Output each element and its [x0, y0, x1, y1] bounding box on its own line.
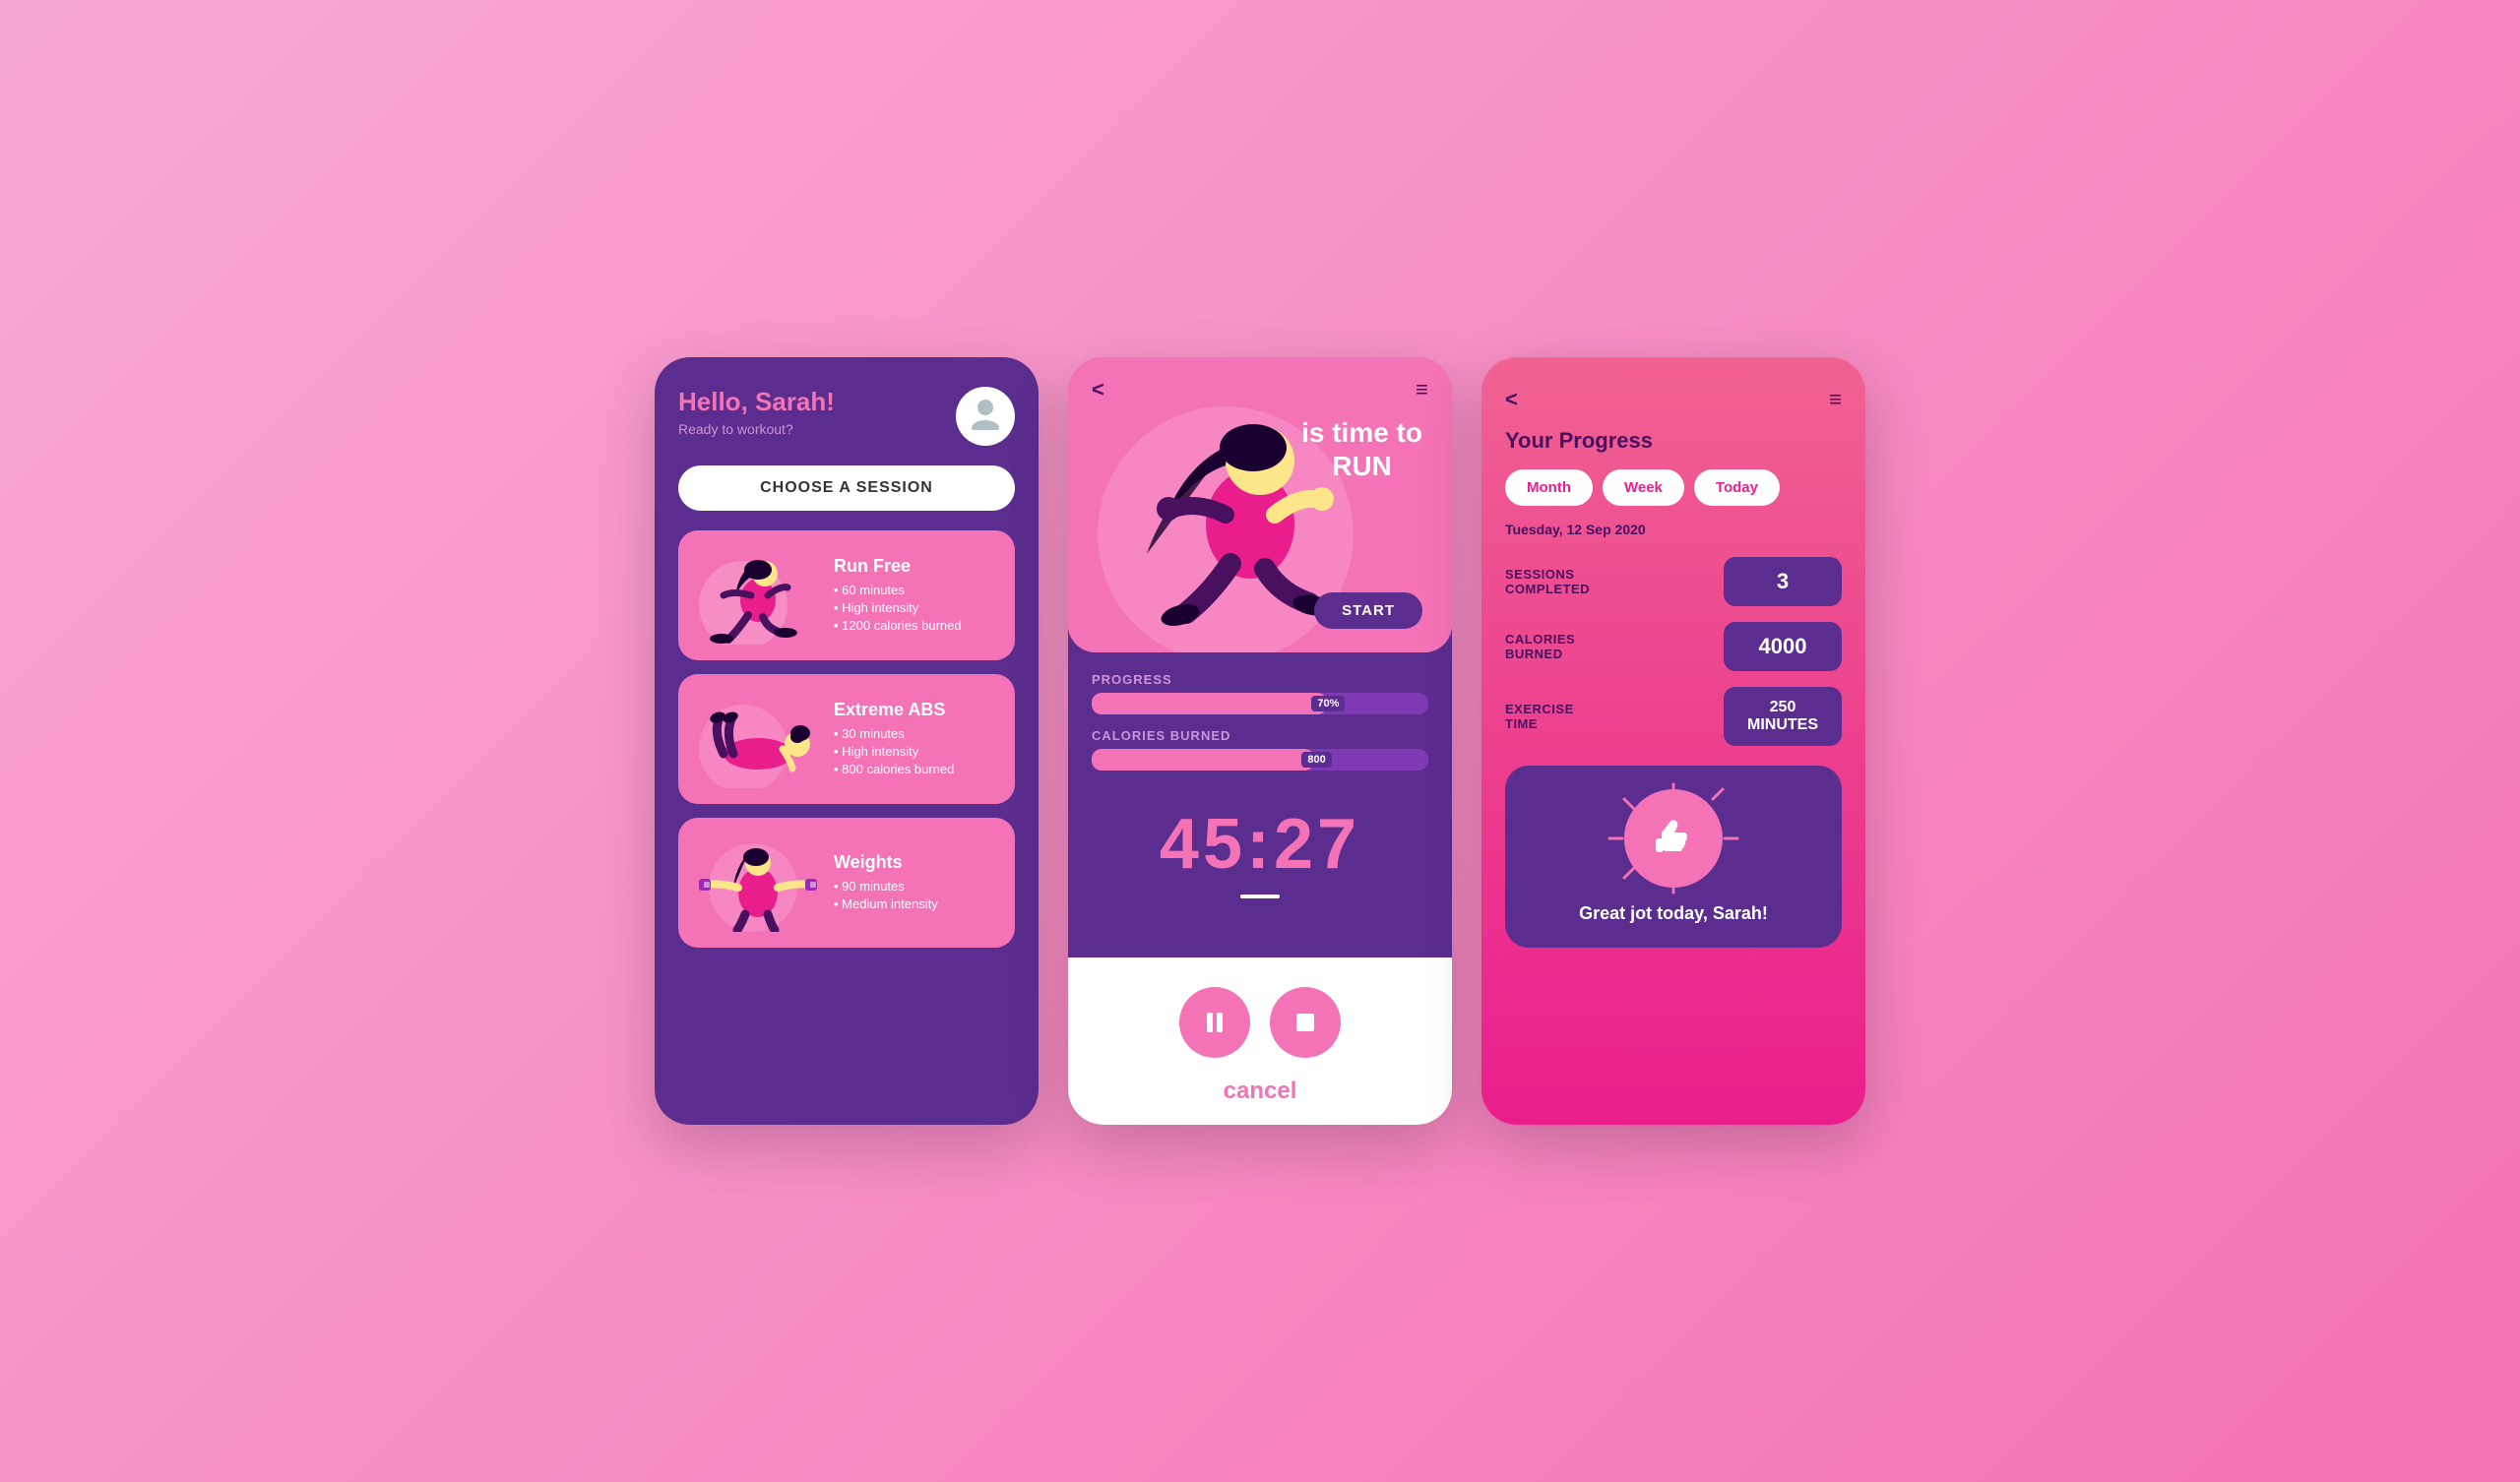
run-details: 60 minutes High intensity 1200 calories …: [834, 583, 999, 633]
s2-controls-section: cancel: [1068, 957, 1452, 1125]
run-detail-1: 60 minutes: [834, 583, 999, 597]
s3-menu-icon[interactable]: ≡: [1829, 387, 1842, 412]
calories-burned-row: CALORIESBURNED 4000: [1505, 622, 1842, 671]
run-detail-2: High intensity: [834, 600, 999, 615]
weights-details: 90 minutes Medium intensity: [834, 879, 999, 911]
avatar: [956, 387, 1015, 446]
subtitle-text: Ready to workout?: [678, 421, 835, 437]
user-icon: [968, 395, 1003, 438]
start-button[interactable]: START: [1314, 592, 1422, 629]
sessions-completed-row: SESSIONSCOMPLETED 3: [1505, 557, 1842, 606]
cancel-button[interactable]: cancel: [1092, 1078, 1428, 1105]
screen-1: Hello, Sarah! Ready to workout? CHOOSE A…: [655, 357, 1039, 1125]
weights-detail-2: Medium intensity: [834, 896, 999, 911]
weights-title: Weights: [834, 852, 999, 873]
choose-session-button[interactable]: CHOOSE A SESSION: [678, 465, 1015, 511]
exercise-time-label: EXERCISETIME: [1505, 702, 1574, 731]
abs-image: [694, 690, 822, 788]
run-title: Run Free: [834, 556, 999, 577]
congrats-text: Great jot today, Sarah!: [1579, 903, 1768, 924]
session-card-run[interactable]: Run Free 60 minutes High intensity 1200 …: [678, 530, 1015, 660]
progress-label: PROGRESS: [1092, 672, 1428, 687]
abs-title: Extreme ABS: [834, 700, 999, 720]
calories-bar-fill: 800: [1092, 749, 1314, 771]
abs-details: 30 minutes High intensity 800 calories b…: [834, 726, 999, 776]
s2-stats-section: PROGRESS 70% CALORIES BURNED 800 45:27: [1068, 652, 1452, 957]
sessions-value: 3: [1724, 557, 1842, 606]
abs-detail-3: 800 calories burned: [834, 762, 999, 776]
s3-nav: < ≡: [1505, 387, 1842, 412]
progress-row: PROGRESS 70%: [1092, 672, 1428, 714]
run-detail-3: 1200 calories burned: [834, 618, 999, 633]
calories-burned-value: 4000: [1724, 622, 1842, 671]
timer-display: 45:27: [1092, 804, 1428, 885]
hero-text: is time to RUN: [1301, 416, 1422, 482]
tabs-row: Month Week Today: [1505, 469, 1842, 506]
weights-image: [694, 834, 822, 932]
progress-title: Your Progress: [1505, 428, 1842, 454]
s2-nav: < ≡: [1068, 357, 1452, 412]
s1-greeting: Hello, Sarah! Ready to workout?: [678, 387, 835, 437]
calories-row: CALORIES BURNED 800: [1092, 728, 1428, 771]
thumbs-circle: [1624, 789, 1723, 888]
tab-week[interactable]: Week: [1603, 469, 1684, 506]
abs-detail-1: 30 minutes: [834, 726, 999, 741]
calories-tag: 800: [1301, 752, 1331, 768]
session-card-abs[interactable]: Extreme ABS 30 minutes High intensity 80…: [678, 674, 1015, 804]
progress-tag: 70%: [1311, 696, 1345, 711]
sessions-label: SESSIONSCOMPLETED: [1505, 567, 1590, 596]
screen-3: < ≡ Your Progress Month Week Today Tuesd…: [1481, 357, 1865, 1125]
timer-line: [1240, 895, 1280, 898]
abs-detail-2: High intensity: [834, 744, 999, 759]
progress-bar-fill: 70%: [1092, 693, 1327, 714]
screens-container: Hello, Sarah! Ready to workout? CHOOSE A…: [571, 357, 1949, 1125]
exercise-time-value: 250MINUTES: [1724, 687, 1842, 746]
date-label: Tuesday, 12 Sep 2020: [1505, 522, 1842, 537]
calories-burned-label: CALORIESBURNED: [1505, 632, 1575, 661]
calories-label: CALORIES BURNED: [1092, 728, 1428, 743]
tab-today[interactable]: Today: [1694, 469, 1780, 506]
pause-button[interactable]: [1179, 987, 1250, 1058]
session-card-weights[interactable]: Weights 90 minutes Medium intensity: [678, 818, 1015, 948]
weights-detail-1: 90 minutes: [834, 879, 999, 894]
exercise-time-row: EXERCISETIME 250MINUTES: [1505, 687, 1842, 746]
menu-icon[interactable]: ≡: [1416, 377, 1428, 402]
s2-hero-section: < ≡: [1068, 357, 1452, 652]
hero-line1: is time to: [1301, 416, 1422, 450]
s1-header: Hello, Sarah! Ready to workout?: [678, 387, 1015, 446]
stop-button[interactable]: [1270, 987, 1341, 1058]
run-image: [694, 546, 822, 645]
screen-2: < ≡: [1068, 357, 1452, 1125]
back-icon[interactable]: <: [1092, 377, 1104, 402]
progress-bar-bg: 70%: [1092, 693, 1428, 714]
weights-info: Weights 90 minutes Medium intensity: [834, 852, 999, 914]
s3-back-icon[interactable]: <: [1505, 387, 1518, 412]
run-info: Run Free 60 minutes High intensity 1200 …: [834, 556, 999, 636]
hero-line2: RUN: [1301, 450, 1422, 483]
greeting-text: Hello, Sarah!: [678, 387, 835, 417]
congrats-box: Great jot today, Sarah!: [1505, 766, 1842, 948]
abs-info: Extreme ABS 30 minutes High intensity 80…: [834, 700, 999, 779]
tab-month[interactable]: Month: [1505, 469, 1593, 506]
controls-row: [1092, 987, 1428, 1058]
calories-bar-bg: 800: [1092, 749, 1428, 771]
